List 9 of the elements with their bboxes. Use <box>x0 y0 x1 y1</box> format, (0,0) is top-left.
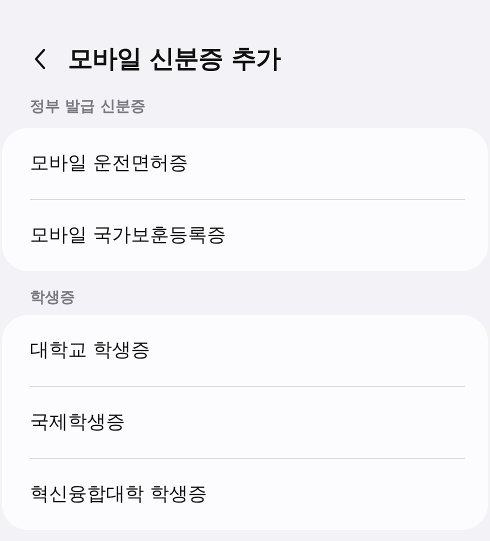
section-header: 학생증 <box>29 287 76 308</box>
list-item[interactable]: 모바일 국가보훈등록증 <box>30 221 226 250</box>
section-header: 정부 발급 신분증 <box>29 96 146 117</box>
list-item[interactable]: 국제학생증 <box>30 408 125 437</box>
list-item[interactable]: 혁신융합대학 학생증 <box>30 480 208 509</box>
page-title: 모바일 신분증 추가 <box>68 43 280 76</box>
back-icon <box>34 48 46 70</box>
list-item[interactable]: 모바일 운전면허증 <box>30 149 188 178</box>
list-item[interactable]: 대학교 학생증 <box>30 336 150 365</box>
